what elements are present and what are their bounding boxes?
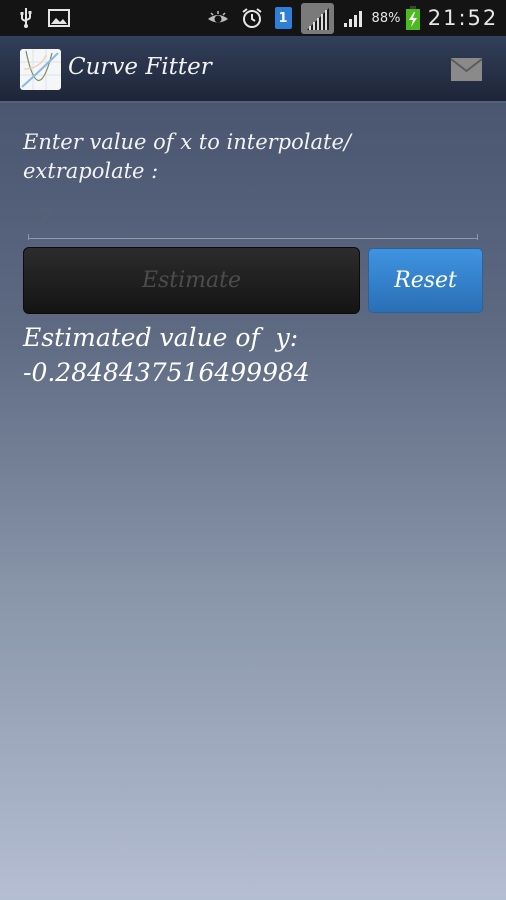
- signal-box-icon: [300, 0, 334, 36]
- clock: 21:52: [427, 6, 499, 30]
- usb-icon: [16, 0, 36, 36]
- reset-button[interactable]: Reset: [368, 248, 483, 313]
- input-edge-right: [477, 234, 478, 240]
- mail-icon[interactable]: [450, 58, 483, 81]
- signal-icon: [342, 0, 368, 36]
- alarm-icon: [240, 0, 264, 36]
- eye-icon: [206, 0, 230, 36]
- input-edge-left: [28, 234, 29, 240]
- battery-percent: 88%: [371, 10, 401, 26]
- curve-chart-icon[interactable]: [20, 49, 61, 90]
- x-prompt-label: Enter value of x to interpolate/ extrapo…: [23, 128, 483, 186]
- app-title: Curve Fitter: [68, 54, 212, 80]
- prompt-line-2: extrapolate :: [23, 159, 159, 183]
- x-value-input[interactable]: [28, 199, 478, 239]
- estimate-button[interactable]: Estimate: [23, 247, 360, 314]
- prompt-line-1: Enter value of x to interpolate/: [23, 130, 351, 154]
- action-bar: Curve Fitter: [0, 36, 506, 103]
- result-panel: Estimated value of y: -0.284843751649998…: [23, 320, 493, 390]
- result-label: Estimated value of y:: [23, 323, 299, 352]
- sim-1-icon: 1: [273, 0, 293, 36]
- image-icon: [47, 0, 71, 36]
- result-value: -0.2848437516499984: [23, 358, 310, 387]
- status-bar: 1 88% 21:52: [0, 0, 506, 36]
- battery-charging-icon: [404, 0, 422, 36]
